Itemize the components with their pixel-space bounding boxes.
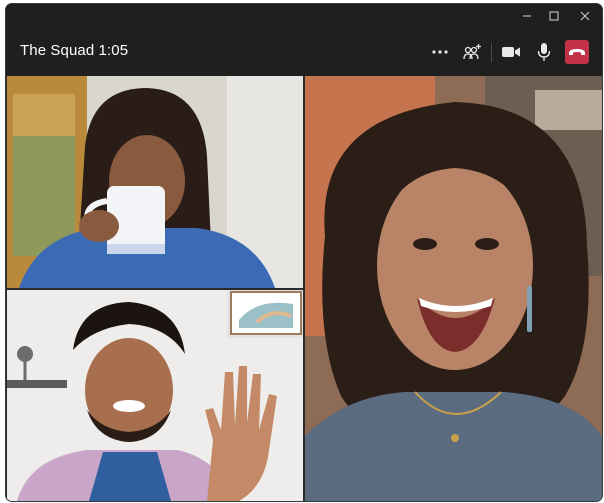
hang-up-button[interactable]	[565, 40, 589, 64]
microphone-icon[interactable]	[532, 40, 556, 64]
meeting-title: The Squad 1:05	[20, 42, 129, 59]
hang-up-icon	[569, 49, 585, 55]
participants-icon[interactable]	[460, 40, 484, 64]
more-options-icon[interactable]	[428, 40, 452, 64]
video-grid	[6, 76, 602, 501]
participant-video	[7, 290, 303, 501]
meeting-toolbar: The Squad 1:05	[6, 28, 602, 76]
participant-video	[305, 76, 602, 501]
window-titlebar	[6, 4, 602, 28]
toolbar-divider	[491, 43, 492, 62]
camera-icon[interactable]	[499, 40, 523, 64]
video-tile-bottom-left[interactable]	[7, 290, 303, 501]
participant-video	[7, 76, 303, 288]
video-tile-top-left[interactable]	[7, 76, 303, 288]
maximize-icon[interactable]	[544, 7, 564, 25]
call-window: The Squad 1:05	[6, 4, 602, 501]
video-tile-right[interactable]	[305, 76, 602, 501]
minimize-icon[interactable]	[517, 7, 537, 25]
close-icon[interactable]	[575, 7, 595, 25]
